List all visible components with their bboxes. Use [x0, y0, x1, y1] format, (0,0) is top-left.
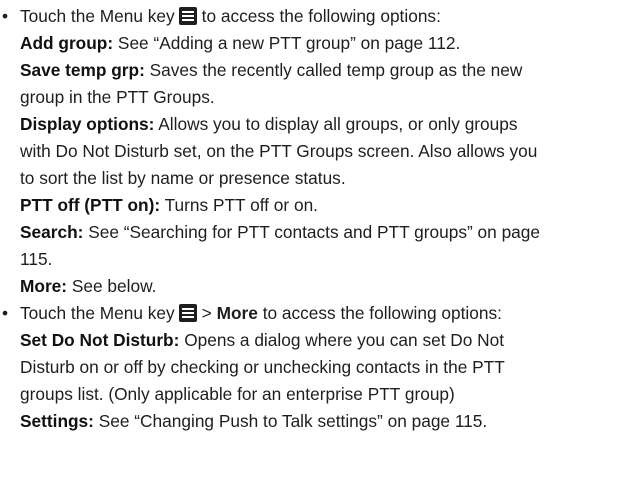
menu-key-icon	[178, 7, 197, 25]
option-desc: See “Searching for PTT contacts and PTT …	[88, 222, 541, 242]
option-display-options: Display options: Allows you to display a…	[0, 111, 640, 138]
option-desc: Saves the recently called temp group as …	[149, 60, 523, 80]
option-label: More:	[20, 276, 68, 296]
option-desc: Allows you to display all groups, or onl…	[158, 114, 518, 134]
option-desc: Turns PTT off or on.	[164, 195, 318, 215]
option-label: Display options:	[20, 114, 155, 134]
intro-more-label: More	[216, 303, 258, 323]
option-desc-continued: to sort the list by name or presence sta…	[20, 168, 346, 188]
option-more: More: See below.	[0, 273, 640, 300]
option-desc: See below.	[71, 276, 157, 296]
option-search: Search: See “Searching for PTT contacts …	[0, 219, 640, 246]
intro-text: Touch the Menu key	[20, 6, 175, 26]
option-label: Save temp grp:	[20, 60, 145, 80]
option-desc-continued: group in the PTT Groups.	[20, 87, 215, 107]
intro-text: Touch the Menu key	[20, 303, 175, 323]
bullet-marker: •	[2, 6, 9, 26]
option-label: Set Do Not Disturb:	[20, 330, 180, 350]
bullet-intro-menu-more: • Touch the Menu key > More to access the…	[0, 300, 640, 327]
intro-gt: >	[201, 303, 212, 323]
menu-key-icon	[178, 304, 197, 322]
bullet-marker: •	[2, 303, 9, 323]
option-desc-continued: with Do Not Disturb set, on the PTT Grou…	[20, 141, 538, 161]
option-settings: Settings: See “Changing Push to Talk set…	[0, 408, 640, 435]
option-save-temp-grp: Save temp grp: Saves the recently called…	[0, 57, 640, 84]
option-desc: Opens a dialog where you can set Do Not	[184, 330, 505, 350]
option-add-group: Add group: See “Adding a new PTT group” …	[0, 30, 640, 57]
manual-page: • Touch the Menu key to access the follow…	[0, 0, 640, 486]
option-label: Add group:	[20, 33, 114, 53]
intro-text-suffix: to access the following options:	[201, 6, 441, 26]
option-label: Search:	[20, 222, 84, 242]
option-desc: See “Adding a new PTT group” on page 112…	[117, 33, 461, 53]
option-ptt-off: PTT off (PTT on): Turns PTT off or on.	[0, 192, 640, 219]
option-desc-continued: groups list. (Only applicable for an ent…	[20, 384, 455, 404]
option-label: Settings:	[20, 411, 94, 431]
option-desc-continued: Disturb on or off by checking or uncheck…	[20, 357, 505, 377]
bullet-intro-menu: • Touch the Menu key to access the follow…	[0, 3, 640, 30]
intro-text-suffix: to access the following options:	[262, 303, 502, 323]
option-desc-continued: 115.	[20, 249, 53, 269]
option-label: PTT off (PTT on):	[20, 195, 161, 215]
option-set-do-not-disturb: Set Do Not Disturb: Opens a dialog where…	[0, 327, 640, 354]
option-desc: See “Changing Push to Talk settings” on …	[98, 411, 488, 431]
